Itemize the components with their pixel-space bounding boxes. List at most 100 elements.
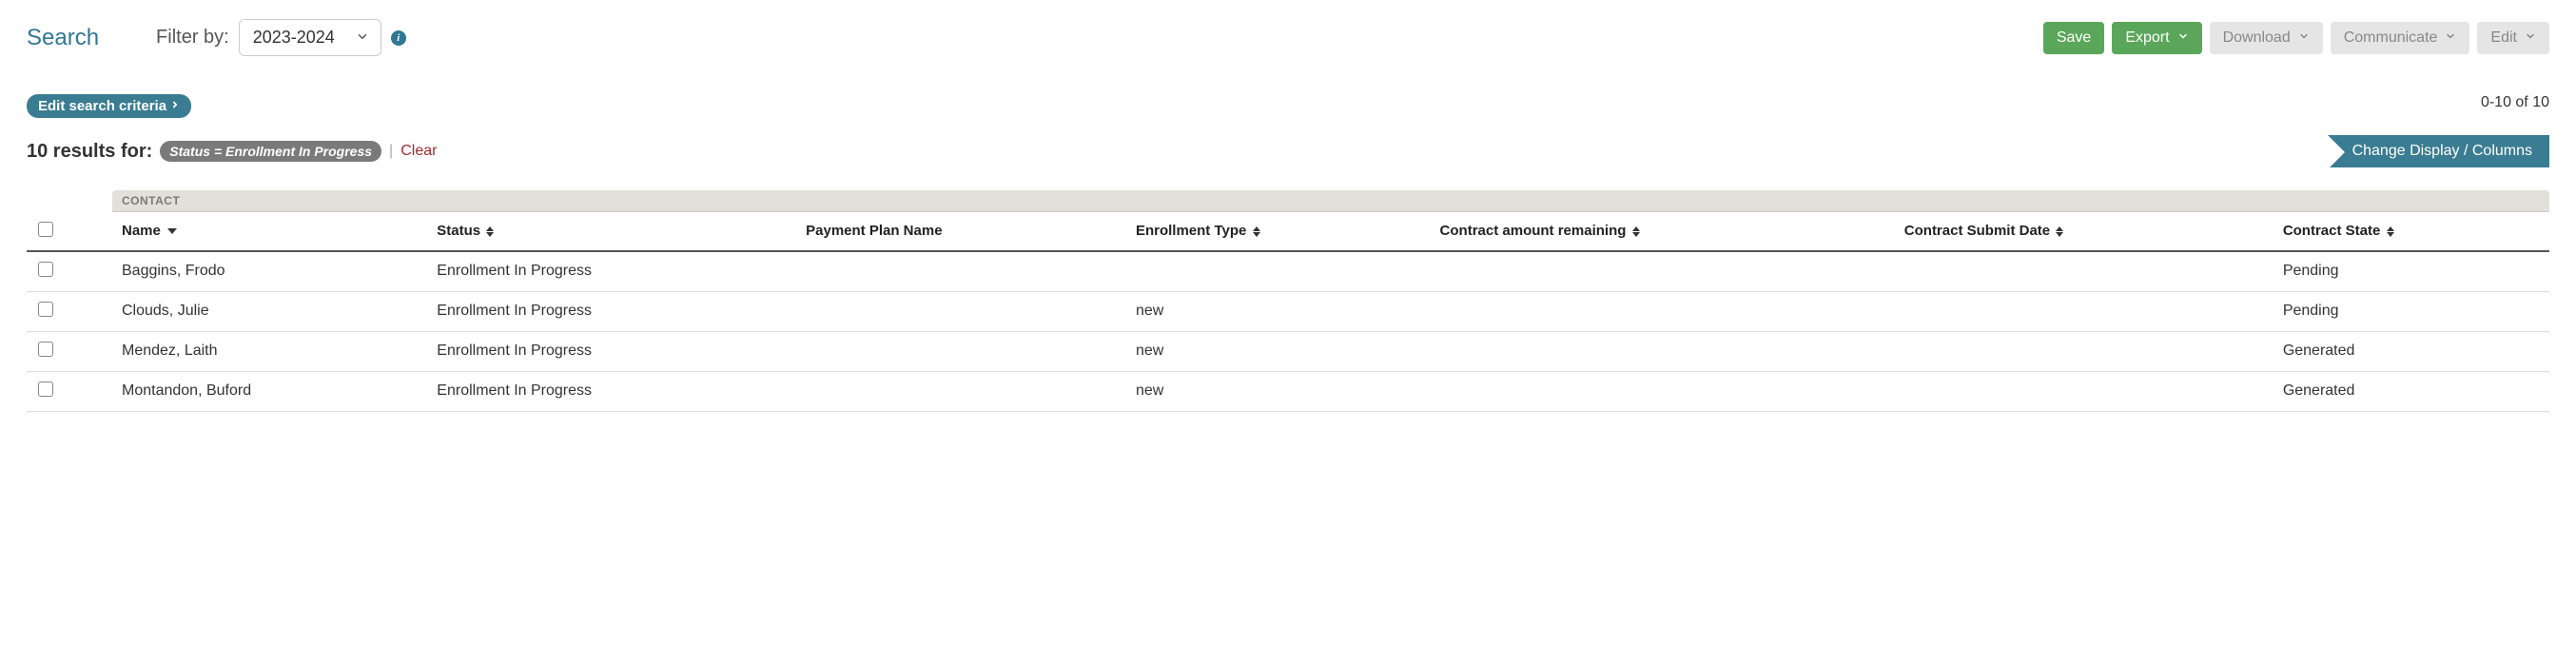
cell-amount-remaining bbox=[1431, 371, 1895, 411]
row-spacer bbox=[65, 251, 112, 292]
col-status[interactable]: Status bbox=[427, 212, 796, 251]
action-buttons: Save Export Download Communicate bbox=[2043, 22, 2549, 54]
cell-contract-state: Generated bbox=[2274, 331, 2549, 371]
cell-status: Enrollment In Progress bbox=[427, 371, 796, 411]
row-checkbox[interactable] bbox=[38, 382, 53, 397]
cell-name: Mendez, Laith bbox=[112, 331, 427, 371]
cell-submit-date bbox=[1895, 371, 2274, 411]
contact-group-header: CONTACT bbox=[112, 190, 2549, 211]
sort-icon bbox=[2056, 226, 2063, 237]
col-submit-date[interactable]: Contract Submit Date bbox=[1895, 212, 2274, 251]
clear-filter-link[interactable]: Clear bbox=[400, 143, 437, 160]
group-header-spacer bbox=[27, 190, 112, 211]
chevron-down-icon bbox=[356, 28, 369, 48]
page-count: 0-10 of 10 bbox=[2481, 94, 2549, 111]
results-count-label: 10 results for: bbox=[27, 141, 152, 163]
info-icon[interactable]: i bbox=[391, 30, 406, 46]
communicate-label: Communicate bbox=[2344, 29, 2438, 47]
edit-row: Edit search criteria 0-10 of 10 bbox=[27, 94, 2549, 118]
sort-icon bbox=[1253, 226, 1260, 237]
export-label: Export bbox=[2125, 29, 2169, 47]
change-display-button[interactable]: Change Display / Columns bbox=[2328, 135, 2549, 167]
edit-search-criteria-button[interactable]: Edit search criteria bbox=[27, 94, 191, 118]
cell-name: Clouds, Julie bbox=[112, 291, 427, 331]
row-spacer bbox=[65, 291, 112, 331]
cell-payment-plan bbox=[796, 371, 1126, 411]
cell-submit-date bbox=[1895, 291, 2274, 331]
row-checkbox[interactable] bbox=[38, 342, 53, 357]
col-name[interactable]: Name bbox=[112, 212, 427, 251]
col-status-label: Status bbox=[437, 223, 480, 239]
group-header-row: CONTACT bbox=[27, 190, 2549, 211]
col-amount-remaining[interactable]: Contract amount remaining bbox=[1431, 212, 1895, 251]
filter-pill: Status = Enrollment In Progress bbox=[160, 141, 381, 162]
chevron-down-icon bbox=[2445, 29, 2456, 47]
sort-icon bbox=[486, 226, 494, 237]
row-spacer bbox=[65, 331, 112, 371]
cell-amount-remaining bbox=[1431, 291, 1895, 331]
filter-group: Filter by: 2023-2024 i bbox=[156, 19, 406, 56]
col-contract-state[interactable]: Contract State bbox=[2274, 212, 2549, 251]
page-title: Search bbox=[27, 25, 99, 51]
topbar-left: Search Filter by: 2023-2024 i bbox=[27, 19, 406, 56]
col-contract-state-label: Contract State bbox=[2283, 223, 2381, 239]
results-row: 10 results for: Status = Enrollment In P… bbox=[27, 135, 2549, 167]
row-checkbox-cell bbox=[27, 251, 65, 292]
download-label: Download bbox=[2223, 29, 2291, 47]
cell-payment-plan bbox=[796, 251, 1126, 292]
cell-contract-state: Generated bbox=[2274, 371, 2549, 411]
change-display-label: Change Display / Columns bbox=[2352, 143, 2532, 159]
cell-amount-remaining bbox=[1431, 331, 1895, 371]
col-payment-plan-label: Payment Plan Name bbox=[806, 223, 942, 239]
cell-contract-state: Pending bbox=[2274, 251, 2549, 292]
chevron-down-icon bbox=[2177, 29, 2189, 47]
cell-name: Baggins, Frodo bbox=[112, 251, 427, 292]
year-filter-select[interactable]: 2023-2024 bbox=[239, 19, 381, 56]
cell-enrollment-type bbox=[1126, 251, 1431, 292]
row-checkbox-cell bbox=[27, 331, 65, 371]
select-all-header bbox=[27, 212, 65, 251]
chevron-down-icon bbox=[2525, 29, 2536, 47]
results-table-wrap: CONTACT Name Status bbox=[27, 190, 2549, 412]
chevron-right-icon bbox=[170, 98, 180, 114]
table-row: Mendez, Laith Enrollment In Progress new… bbox=[27, 331, 2549, 371]
col-name-label: Name bbox=[122, 223, 161, 239]
topbar: Search Filter by: 2023-2024 i Save Expor… bbox=[27, 19, 2549, 56]
communicate-button[interactable]: Communicate bbox=[2331, 22, 2470, 54]
cell-amount-remaining bbox=[1431, 251, 1895, 292]
row-spacer bbox=[65, 371, 112, 411]
save-button[interactable]: Save bbox=[2043, 22, 2104, 54]
cell-name: Montandon, Buford bbox=[112, 371, 427, 411]
download-button[interactable]: Download bbox=[2210, 22, 2323, 54]
sort-icon bbox=[2387, 226, 2394, 237]
cell-contract-state: Pending bbox=[2274, 291, 2549, 331]
row-checkbox[interactable] bbox=[38, 302, 53, 317]
filter-label: Filter by: bbox=[156, 27, 229, 49]
edit-button[interactable]: Edit bbox=[2477, 22, 2549, 54]
save-label: Save bbox=[2057, 29, 2091, 47]
cell-submit-date bbox=[1895, 331, 2274, 371]
cell-enrollment-type: new bbox=[1126, 291, 1431, 331]
cell-payment-plan bbox=[796, 291, 1126, 331]
year-filter-value: 2023-2024 bbox=[253, 28, 335, 47]
sort-icon bbox=[1632, 226, 1640, 237]
results-table: Name Status Payment Plan Name Enrollment… bbox=[27, 211, 2549, 412]
export-button[interactable]: Export bbox=[2112, 22, 2201, 54]
cell-submit-date bbox=[1895, 251, 2274, 292]
row-checkbox-cell bbox=[27, 371, 65, 411]
col-enrollment-type-label: Enrollment Type bbox=[1136, 223, 1246, 239]
col-submit-date-label: Contract Submit Date bbox=[1904, 223, 2050, 239]
row-checkbox-cell bbox=[27, 291, 65, 331]
results-left: 10 results for: Status = Enrollment In P… bbox=[27, 141, 437, 163]
col-payment-plan[interactable]: Payment Plan Name bbox=[796, 212, 1126, 251]
separator: | bbox=[389, 143, 393, 160]
sort-desc-icon bbox=[167, 228, 177, 234]
cell-payment-plan bbox=[796, 331, 1126, 371]
chevron-down-icon bbox=[2298, 29, 2310, 47]
cell-status: Enrollment In Progress bbox=[427, 251, 796, 292]
select-all-checkbox[interactable] bbox=[38, 222, 53, 237]
row-checkbox[interactable] bbox=[38, 262, 53, 277]
col-enrollment-type[interactable]: Enrollment Type bbox=[1126, 212, 1431, 251]
cell-enrollment-type: new bbox=[1126, 371, 1431, 411]
edit-label: Edit bbox=[2490, 29, 2517, 47]
